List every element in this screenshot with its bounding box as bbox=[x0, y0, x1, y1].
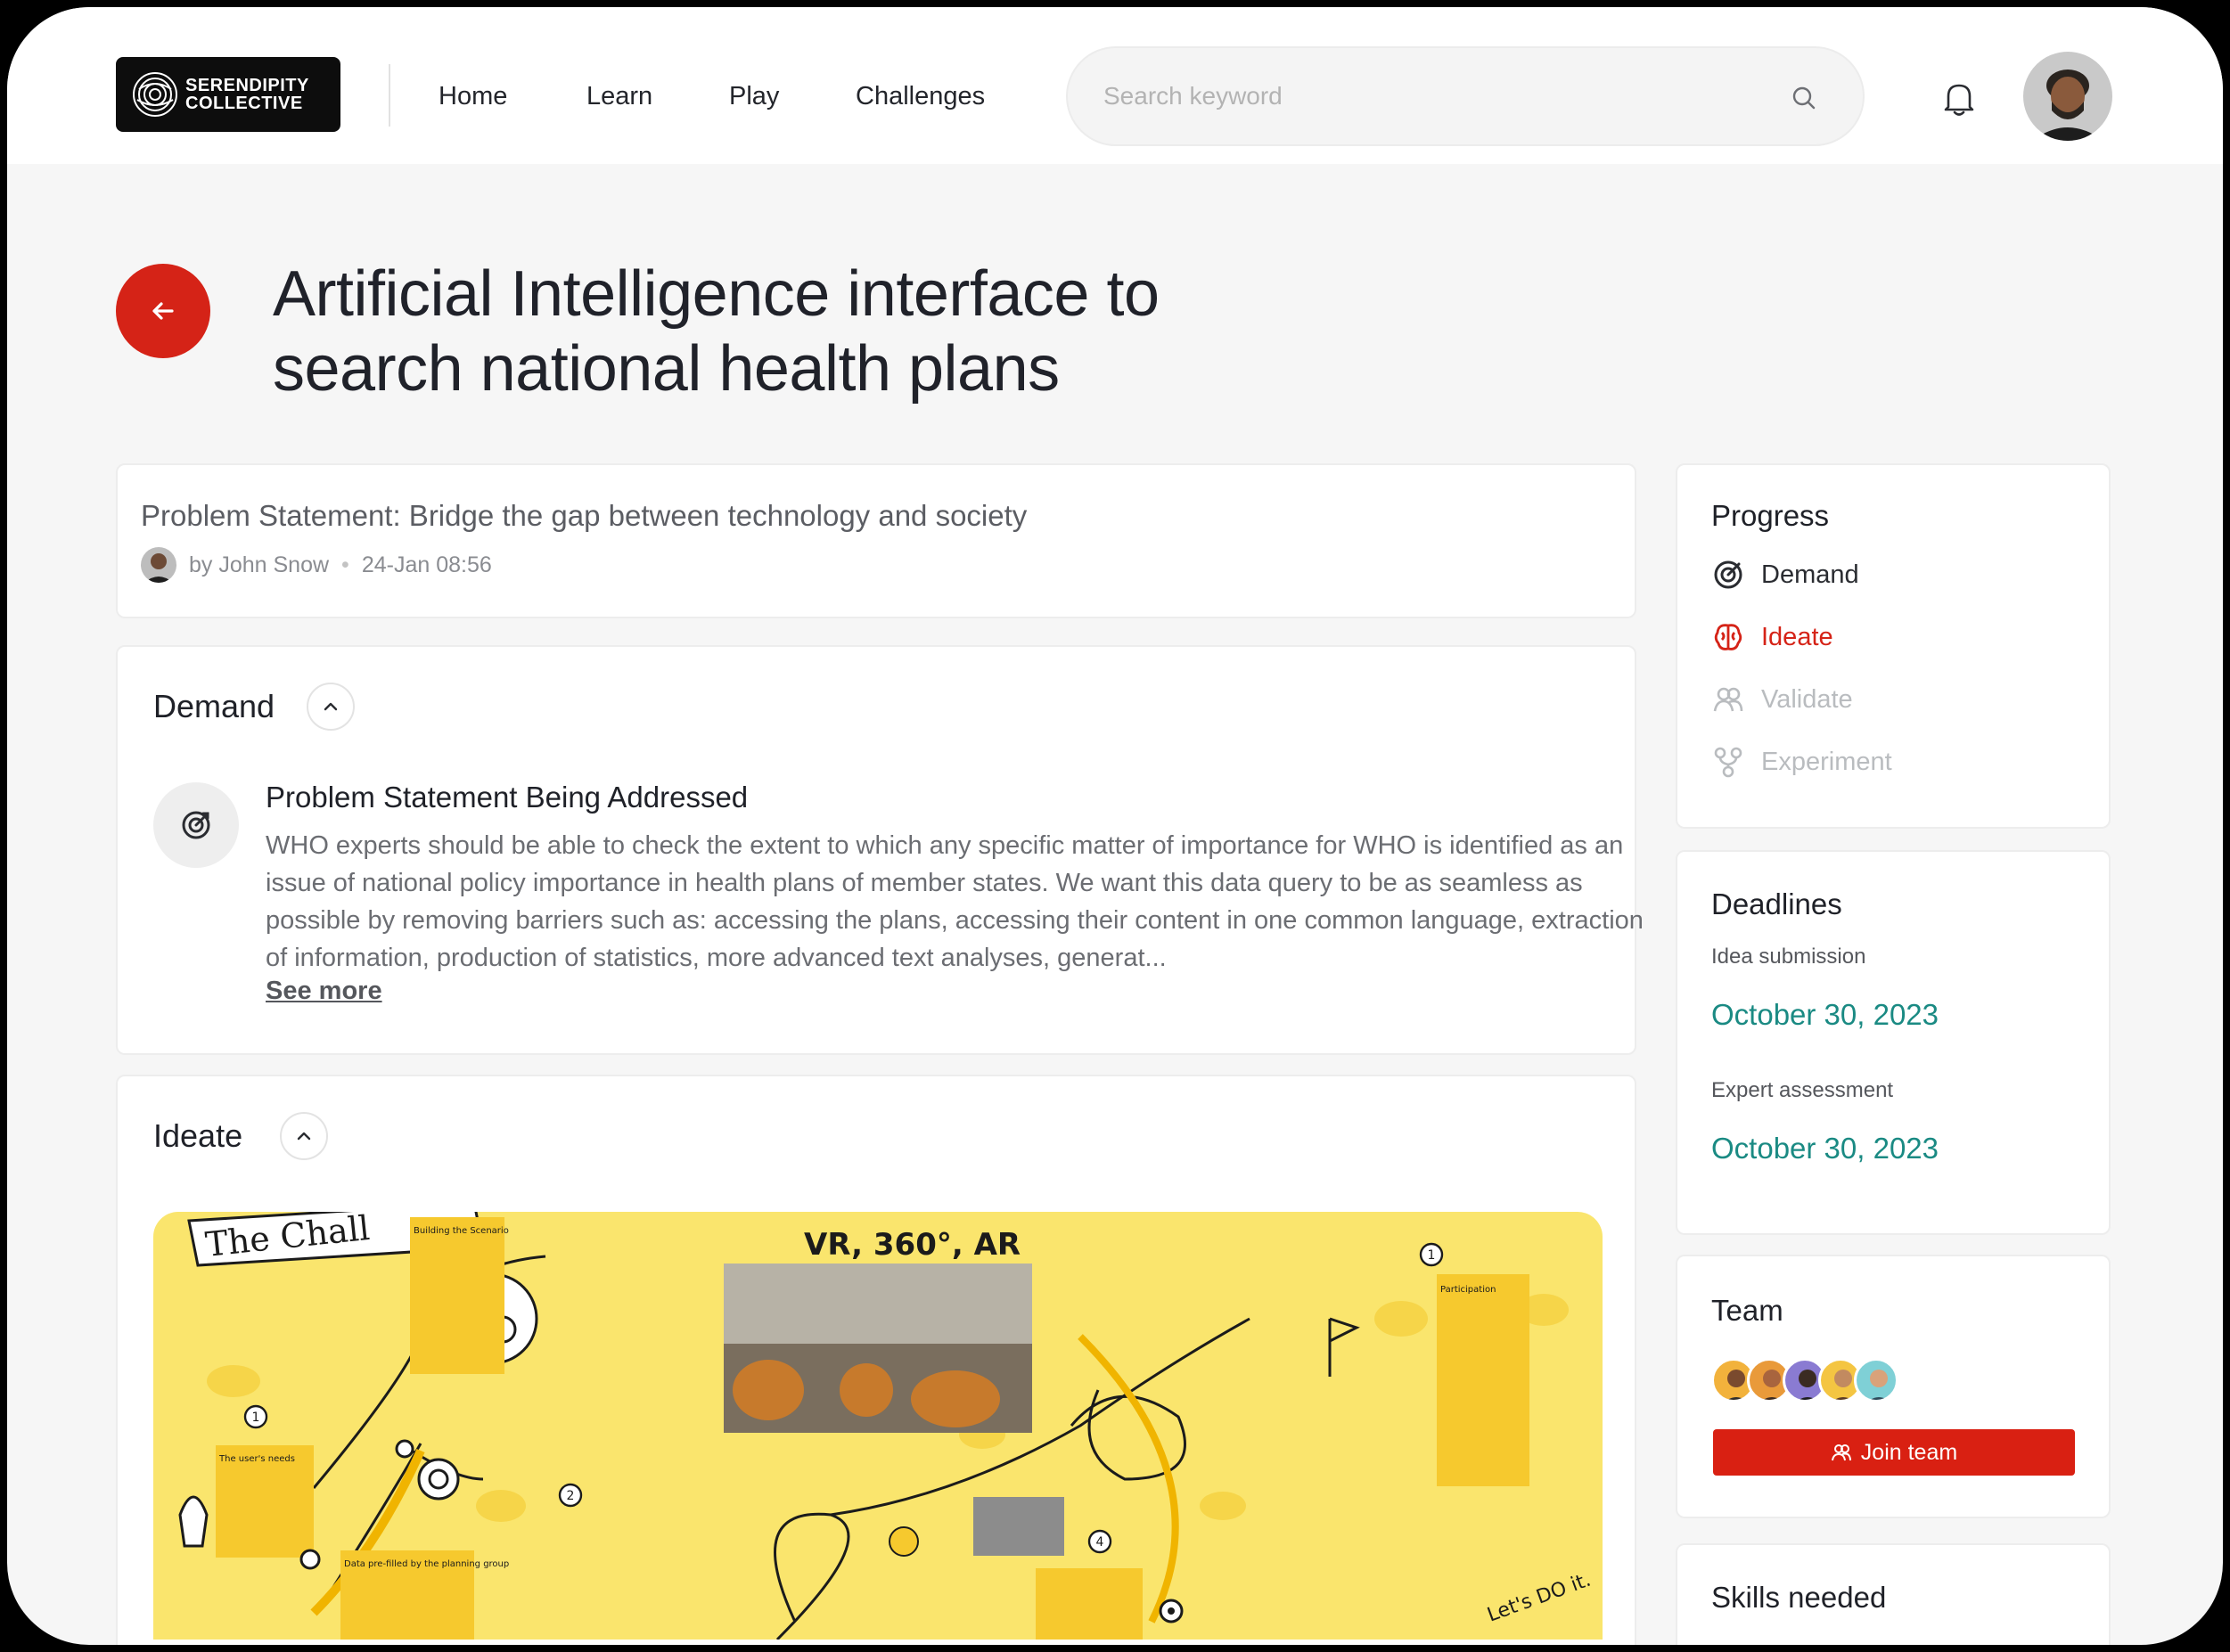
deadline-label: Expert assessment bbox=[1711, 1078, 1894, 1102]
deadline-date: October 30, 2023 bbox=[1711, 998, 1939, 1031]
nav-learn[interactable]: Learn bbox=[586, 82, 652, 111]
progress-card: Progress Demand Ideate Validate Experime… bbox=[1676, 463, 2111, 829]
post-meta: by John Snow • 24-Jan 08:56 bbox=[141, 547, 492, 583]
ideate-card: Ideate The Chall Building the Scenario P… bbox=[116, 1075, 1636, 1645]
notification-bell-icon[interactable] bbox=[1941, 78, 1977, 118]
progress-step-ideate[interactable]: Ideate bbox=[1711, 620, 1833, 654]
ideate-collapse-button[interactable] bbox=[280, 1112, 328, 1160]
header-divider bbox=[389, 64, 390, 127]
sketch-step-number: 2 bbox=[567, 1489, 575, 1503]
deadlines-card: Deadlines Idea submission October 30, 20… bbox=[1676, 850, 2111, 1235]
branch-icon bbox=[1714, 747, 1742, 778]
target-icon bbox=[1714, 560, 1742, 589]
search-bar bbox=[1066, 46, 1865, 146]
see-more-link[interactable]: See more bbox=[266, 977, 382, 1006]
sketch-step-number: 1 bbox=[1428, 1248, 1436, 1263]
deadline-date: October 30, 2023 bbox=[1711, 1132, 1939, 1165]
sketch-step-number: 1 bbox=[252, 1411, 260, 1425]
problem-statement-title: Problem Statement: Bridge the gap betwee… bbox=[141, 499, 1028, 532]
problem-statement-card: Problem Statement: Bridge the gap betwee… bbox=[116, 463, 1636, 618]
target-icon bbox=[182, 811, 210, 839]
progress-step-validate[interactable]: Validate bbox=[1711, 683, 1853, 716]
logo-wordmark: SERENDIPITY COLLECTIVE bbox=[185, 76, 309, 113]
progress-step-experiment[interactable]: Experiment bbox=[1711, 745, 1892, 779]
logo[interactable]: SERENDIPITY COLLECTIVE bbox=[116, 57, 340, 132]
team-heading: Team bbox=[1711, 1294, 1783, 1327]
team-member-avatar[interactable] bbox=[1854, 1358, 1898, 1403]
sketch-lets-do-it: Let's DO it. bbox=[1485, 1569, 1595, 1627]
sketch-illustration: The Chall Building the Scenario Particip… bbox=[178, 1212, 1595, 1640]
author-avatar[interactable] bbox=[141, 547, 176, 583]
deadline-label: Idea submission bbox=[1711, 945, 1866, 969]
problem-addressed-text: WHO experts should be able to check the … bbox=[266, 831, 1644, 972]
sketch-step-number: 4 bbox=[1096, 1535, 1104, 1550]
progress-step-label: Validate bbox=[1761, 684, 1853, 714]
progress-step-label: Experiment bbox=[1761, 747, 1892, 776]
join-team-label: Join team bbox=[1860, 1439, 1958, 1465]
team-card: Team Join team bbox=[1676, 1255, 2111, 1518]
nav-challenges[interactable]: Challenges bbox=[856, 82, 985, 111]
chevron-up-icon bbox=[297, 1132, 311, 1141]
back-button[interactable] bbox=[116, 264, 210, 358]
demand-collapse-button[interactable] bbox=[307, 683, 355, 731]
progress-step-label: Demand bbox=[1761, 560, 1859, 589]
search-input[interactable] bbox=[1103, 75, 1781, 118]
sketch-vr-title: VR, 360°, AR bbox=[804, 1227, 1021, 1263]
note-data-prefilled: Data pre-filled by the planning group bbox=[344, 1559, 509, 1569]
note-building-scenario: Building the Scenario bbox=[414, 1226, 509, 1236]
arrow-left-icon bbox=[152, 302, 174, 320]
skills-card: Skills needed bbox=[1676, 1543, 2111, 1645]
progress-step-label: Ideate bbox=[1761, 622, 1833, 651]
ideation-sketch-image[interactable]: The Chall Building the Scenario Particip… bbox=[153, 1212, 1603, 1640]
skills-heading: Skills needed bbox=[1711, 1581, 1887, 1614]
meta-separator: • bbox=[341, 552, 349, 577]
brain-icon bbox=[1714, 624, 1742, 650]
chevron-up-icon bbox=[324, 702, 338, 711]
problem-target-badge bbox=[153, 782, 239, 868]
post-timestamp: 24-Jan 08:56 bbox=[361, 552, 492, 577]
page-title: Artificial Intelligence interface to sear… bbox=[273, 258, 1160, 405]
nav-play[interactable]: Play bbox=[729, 82, 779, 111]
author-name[interactable]: by John Snow bbox=[189, 552, 329, 578]
ideate-heading: Ideate bbox=[153, 1117, 243, 1154]
note-participation: Participation bbox=[1440, 1285, 1496, 1295]
join-team-button[interactable]: Join team bbox=[1713, 1429, 2075, 1476]
search-icon[interactable] bbox=[1790, 84, 1818, 112]
users-icon bbox=[1831, 1444, 1851, 1461]
top-navigation-bar: SERENDIPITY COLLECTIVE Home Learn Play C… bbox=[7, 7, 2223, 164]
logo-icon bbox=[133, 72, 177, 117]
problem-addressed-title: Problem Statement Being Addressed bbox=[266, 781, 749, 814]
demand-card: Demand Problem Statement Being Addressed… bbox=[116, 645, 1644, 1055]
nav-home[interactable]: Home bbox=[439, 82, 507, 111]
team-avatar-stack bbox=[1711, 1358, 1925, 1404]
users-icon bbox=[1713, 687, 1743, 712]
note-users-needs: The user's needs bbox=[218, 1454, 295, 1464]
deadlines-heading: Deadlines bbox=[1711, 887, 1842, 920]
demand-heading: Demand bbox=[153, 688, 275, 724]
progress-heading: Progress bbox=[1711, 499, 1830, 532]
progress-step-demand[interactable]: Demand bbox=[1711, 558, 1859, 592]
app-window: SERENDIPITY COLLECTIVE Home Learn Play C… bbox=[7, 7, 2223, 1645]
user-avatar[interactable] bbox=[2023, 52, 2112, 141]
